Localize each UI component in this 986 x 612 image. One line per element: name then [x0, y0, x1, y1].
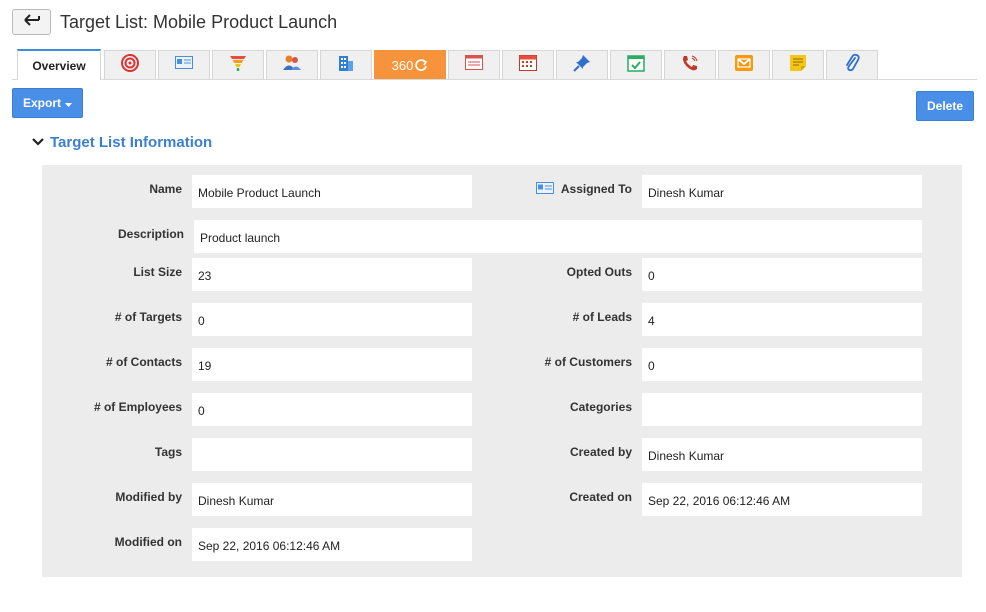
tab-building[interactable]	[320, 50, 372, 79]
list-icon	[465, 55, 483, 75]
name-label: Name	[149, 182, 182, 196]
tab-bar: Overview 360	[12, 49, 977, 80]
categories-label: Categories	[569, 400, 632, 414]
360-icon: 360	[392, 58, 429, 73]
section-title: Target List Information	[50, 133, 213, 151]
leads-label: # of Leads	[572, 310, 632, 324]
tab-task[interactable]	[610, 50, 662, 79]
tab-360-label: 360	[391, 57, 414, 73]
mail-icon	[735, 54, 753, 76]
created-on-field: Sep 22, 2016 06:12:46 AM	[642, 483, 922, 516]
assigned-to-field[interactable]: Dinesh Kumar	[642, 175, 922, 208]
description-field: Product launch	[194, 220, 922, 253]
card-icon	[175, 56, 193, 74]
contacts-field: 19	[192, 348, 472, 381]
tab-card[interactable]	[158, 50, 210, 79]
customers-label: # of Customers	[544, 355, 632, 369]
leads-field: 4	[642, 303, 922, 336]
chevron-down-icon	[32, 133, 44, 151]
assigned-to-label: Assigned To	[560, 182, 632, 196]
tab-contacts[interactable]	[266, 50, 318, 79]
section-toggle[interactable]: Target List Information	[32, 133, 212, 151]
back-arrow-icon	[23, 13, 40, 31]
tab-calendar[interactable]	[502, 50, 554, 79]
categories-field	[642, 393, 922, 426]
contacts-icon	[282, 54, 302, 77]
modified-by-label: Modified by	[115, 490, 182, 504]
funnel-icon	[229, 54, 247, 77]
tab-pin[interactable]	[556, 50, 608, 79]
employees-field: 0	[192, 393, 472, 426]
tab-phone[interactable]	[664, 50, 716, 79]
building-icon	[337, 54, 355, 77]
delete-button[interactable]: Delete	[916, 91, 974, 121]
tags-label: Tags	[154, 445, 182, 459]
tab-funnel[interactable]	[212, 50, 264, 79]
tab-list[interactable]	[448, 50, 500, 79]
caret-down-icon	[65, 96, 72, 110]
modified-on-field: Sep 22, 2016 06:12:46 AM	[192, 528, 472, 561]
export-button[interactable]: Export	[12, 88, 83, 118]
note-icon	[789, 54, 807, 77]
contacts-label: # of Contacts	[105, 355, 182, 369]
tab-overview[interactable]: Overview	[17, 49, 101, 80]
created-on-label: Created on	[569, 490, 632, 504]
calendar-icon	[519, 54, 537, 76]
contact-card-icon	[536, 181, 554, 199]
tags-field	[192, 438, 472, 471]
customers-field: 0	[642, 348, 922, 381]
name-field: Mobile Product Launch	[192, 175, 472, 208]
phone-icon	[681, 54, 699, 77]
created-by-label: Created by	[569, 445, 632, 459]
task-icon	[627, 54, 645, 77]
tab-mail[interactable]	[718, 50, 770, 79]
description-label: Description	[117, 227, 184, 241]
employees-label: # of Employees	[93, 400, 182, 414]
modified-on-label: Modified on	[114, 535, 182, 549]
export-button-label: Export	[22, 96, 61, 110]
list-size-label: List Size	[133, 265, 182, 279]
pin-icon	[573, 54, 591, 77]
page-title: Target List: Mobile Product Launch	[60, 12, 338, 32]
tab-360[interactable]: 360	[374, 50, 446, 79]
tab-attachment[interactable]	[826, 50, 878, 79]
created-by-field[interactable]: Dinesh Kumar	[642, 438, 922, 471]
modified-by-field[interactable]: Dinesh Kumar	[192, 483, 472, 516]
opted-outs-label: Opted Outs	[566, 265, 632, 279]
targets-label: # of Targets	[114, 310, 182, 324]
tab-target[interactable]	[104, 50, 156, 79]
target-icon	[121, 53, 139, 77]
opted-outs-field: 0	[642, 258, 922, 291]
list-size-field: 23	[192, 258, 472, 291]
back-button[interactable]	[12, 9, 51, 35]
targets-field: 0	[192, 303, 472, 336]
tab-note[interactable]	[772, 50, 824, 79]
attachment-icon	[844, 53, 860, 78]
